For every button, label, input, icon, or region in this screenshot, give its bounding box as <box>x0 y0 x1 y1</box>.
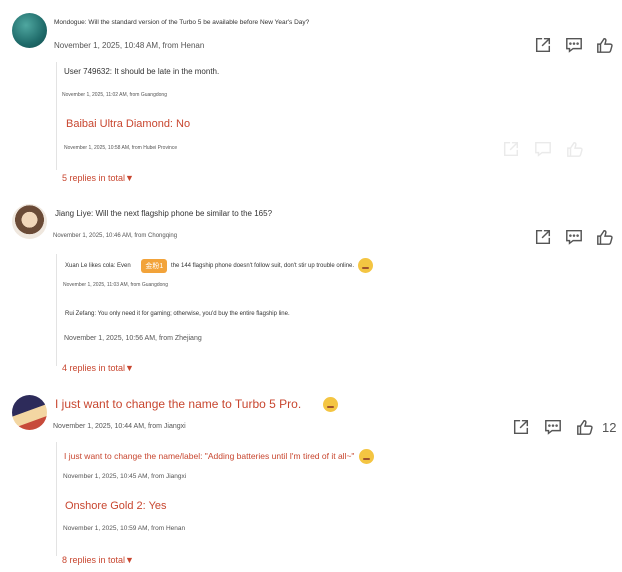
reply-text: Baibai Ultra Diamond: No <box>66 118 191 130</box>
comment-actions: 12 <box>512 418 616 436</box>
reply-text: I just want to change the name/label: "A… <box>64 450 355 461</box>
comment-meta: November 1, 2025, 10:44 AM, from Jiangxi <box>53 423 186 430</box>
reply-text: the 144 flagship phone doesn't follow su… <box>170 263 355 270</box>
like-count: 12 <box>602 419 617 435</box>
more-replies-link[interactable]: 8 replies in total▼ <box>62 555 134 565</box>
thumbs-up-icon[interactable] <box>576 418 594 436</box>
comment-thread: I just want to change the name to Turbo … <box>0 380 622 572</box>
fan-badge: 金粉1 <box>141 258 168 273</box>
comment-thread: Mondogue: Will the standard version of t… <box>0 0 622 190</box>
emoji-icon <box>322 397 338 413</box>
reply-divider <box>56 254 57 366</box>
emoji-icon <box>357 258 373 273</box>
reply-meta: November 1, 2025, 10:58 AM, from Hubei P… <box>64 145 178 151</box>
comment-actions <box>534 228 614 246</box>
comment-icon[interactable] <box>544 418 562 436</box>
reply-meta: November 1, 2025, 10:59 AM, from Henan <box>63 525 186 532</box>
reply-meta: November 1, 2025, 10:56 AM, from Zhejian… <box>64 335 202 342</box>
emoji-icon <box>358 449 374 464</box>
reply-text: Onshore Gold 2: Yes <box>65 500 167 512</box>
reply-author[interactable]: Xuan Le likes cola: Even <box>65 263 131 269</box>
comment-actions <box>534 36 614 54</box>
comment-meta: November 1, 2025, 10:48 AM, from Henan <box>54 41 205 50</box>
reply-meta: November 1, 2025, 10:45 AM, from Jiangxi <box>63 473 187 480</box>
avatar[interactable] <box>12 204 47 239</box>
reply-meta: November 1, 2025, 11:02 AM, from Guangdo… <box>62 92 167 98</box>
thumbs-up-icon[interactable] <box>596 228 614 246</box>
share-icon[interactable] <box>534 36 552 54</box>
reply-text: Rui Zefang: You only need it for gaming;… <box>65 311 290 317</box>
comment-icon[interactable] <box>565 228 583 246</box>
comment-line: I just want to change the name to Turbo … <box>55 397 338 413</box>
comment-thread: Jiang Liye: Will the next flagship phone… <box>0 190 622 380</box>
comment-text: Jiang Liye: Will the next flagship phone… <box>55 209 273 218</box>
share-icon[interactable] <box>512 418 530 436</box>
thumbs-up-icon[interactable] <box>596 36 614 54</box>
more-replies-link[interactable]: 4 replies in total▼ <box>62 363 134 373</box>
reply-line: I just want to change the name/label: "A… <box>64 449 374 464</box>
reply-text: User 749632: It should be late in the mo… <box>64 67 220 76</box>
comment-meta: November 1, 2025, 10:46 AM, from Chongqi… <box>53 233 178 239</box>
reply-meta: November 1, 2025, 11:03 AM, from Guangdo… <box>63 282 168 288</box>
reply-divider <box>56 62 57 170</box>
more-replies-link[interactable]: 5 replies in total▼ <box>62 173 134 183</box>
comment-text: I just want to change the name to Turbo … <box>55 397 302 411</box>
avatar[interactable] <box>12 13 47 48</box>
avatar[interactable] <box>12 395 47 430</box>
reply-actions <box>502 140 584 158</box>
share-icon[interactable] <box>502 140 520 158</box>
reply-line: Xuan Le likes cola: Even 金粉1 the 144 fla… <box>65 258 373 273</box>
comment-icon[interactable] <box>565 36 583 54</box>
comment-text: Mondogue: Will the standard version of t… <box>54 19 310 26</box>
share-icon[interactable] <box>534 228 552 246</box>
reply-divider <box>56 442 57 556</box>
comment-icon[interactable] <box>534 140 552 158</box>
thumbs-up-icon[interactable] <box>566 140 584 158</box>
